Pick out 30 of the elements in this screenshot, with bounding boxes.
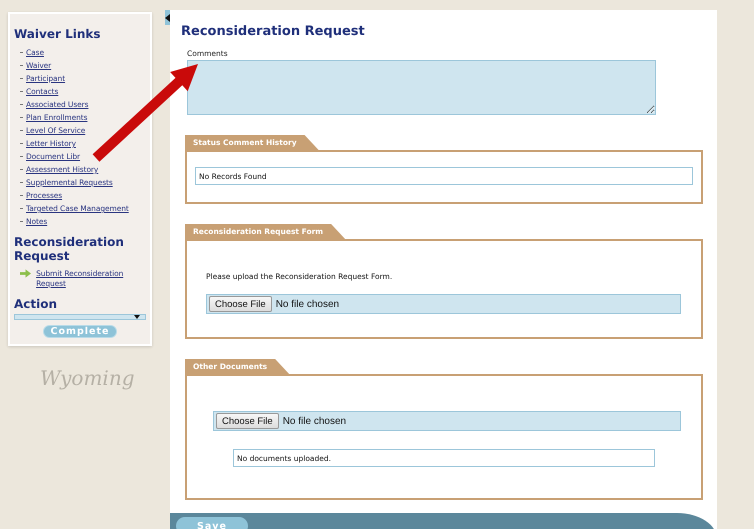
sidebar-heading: Waiver Links	[14, 27, 102, 41]
dash-icon	[20, 195, 23, 196]
dash-icon	[20, 78, 23, 79]
triangle-left-icon	[165, 14, 170, 22]
dash-icon	[20, 104, 23, 105]
comments-field[interactable]	[187, 60, 656, 115]
file-upload-field[interactable]: Choose File No file chosen	[213, 411, 681, 431]
dash-icon	[20, 208, 23, 209]
action-select[interactable]	[14, 314, 146, 320]
caret-icon	[134, 315, 140, 319]
dash-icon	[20, 65, 23, 66]
dash-icon	[20, 117, 23, 118]
dash-icon	[20, 143, 23, 144]
dash-icon	[20, 52, 23, 53]
file-upload-field[interactable]: Choose File No file chosen	[206, 294, 681, 314]
choose-file-button[interactable]: Choose File	[209, 296, 272, 312]
dash-icon	[20, 91, 23, 92]
file-status-text: No file chosen	[276, 298, 340, 310]
sidebar-heading: Reconsideration Request	[14, 235, 125, 263]
page-title: Reconsideration Request	[181, 24, 366, 39]
collapse-button[interactable]	[165, 10, 170, 25]
sidebar-heading: Action	[14, 297, 58, 311]
arrow-right-icon	[20, 269, 32, 278]
file-status-text: No file chosen	[282, 416, 346, 426]
choose-file-button[interactable]: Choose File	[216, 413, 279, 429]
dash-icon	[20, 221, 23, 222]
dash-icon	[20, 130, 23, 131]
dash-icon	[20, 169, 23, 170]
dash-icon	[20, 156, 23, 157]
dash-icon	[20, 182, 23, 183]
